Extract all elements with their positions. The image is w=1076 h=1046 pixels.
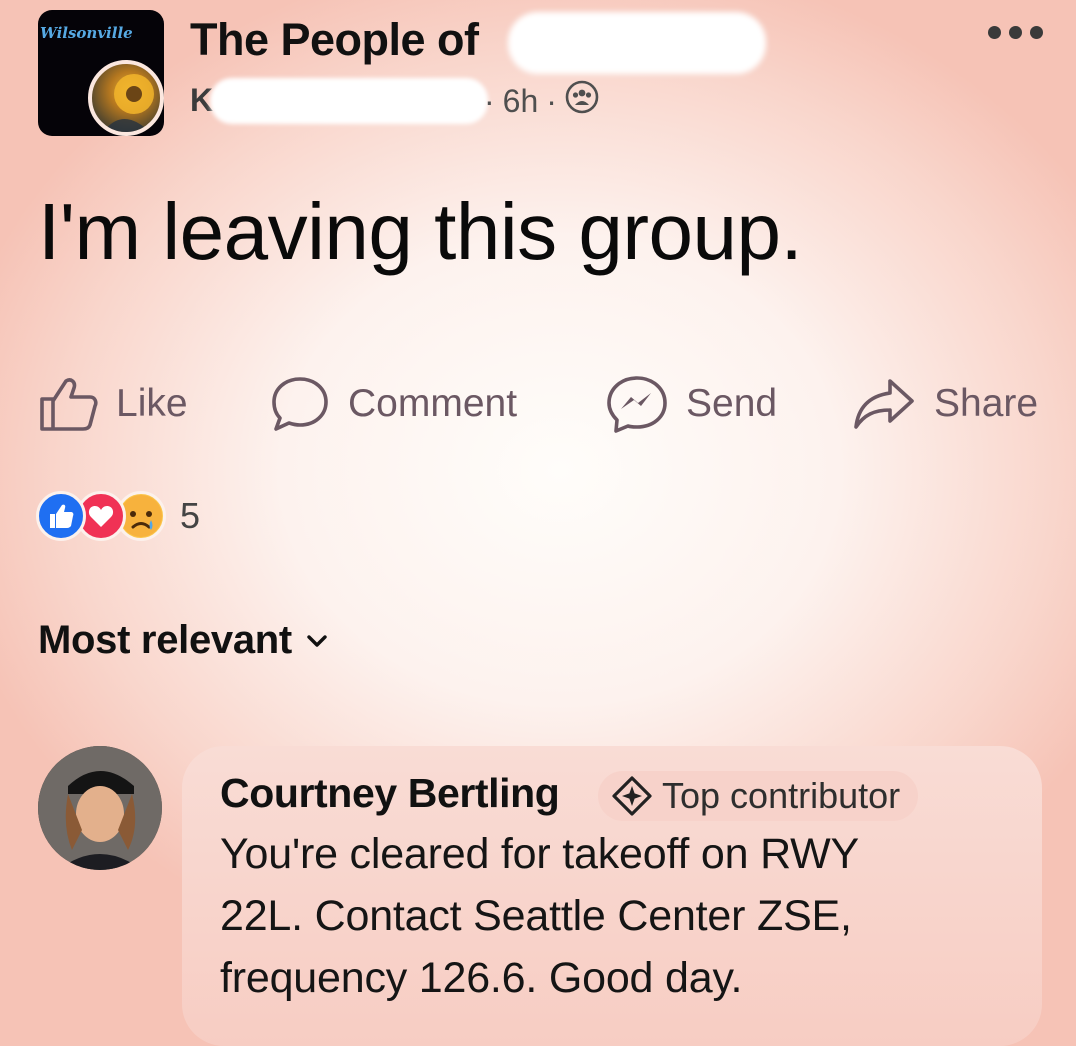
separator: · bbox=[546, 82, 557, 119]
comment-button[interactable]: Comment bbox=[270, 374, 517, 434]
send-label: Send bbox=[686, 382, 778, 425]
separator: · bbox=[484, 82, 495, 119]
comment-text-line: You're cleared for takeoff on RWY bbox=[220, 830, 860, 878]
group-logo-text: Wilsonville bbox=[40, 24, 133, 42]
post-text: I'm leaving this group. bbox=[38, 187, 803, 276]
group-name[interactable]: The People of bbox=[190, 14, 479, 66]
top-contributor-badge[interactable]: Top contributor bbox=[598, 771, 919, 821]
redaction-mark bbox=[508, 12, 766, 74]
commenter-avatar[interactable] bbox=[38, 746, 162, 870]
send-button[interactable]: Send bbox=[606, 374, 777, 434]
redaction-mark bbox=[210, 78, 488, 124]
reaction-count: 5 bbox=[180, 495, 201, 536]
comment-label: Comment bbox=[348, 382, 518, 425]
share-label: Share bbox=[934, 382, 1039, 425]
share-button[interactable]: Share bbox=[852, 374, 1038, 434]
comment-text-line: 22L. Contact Seattle Center ZSE, bbox=[220, 892, 852, 940]
comment-sort-dropdown[interactable]: Most relevant bbox=[38, 618, 328, 663]
sort-label: Most relevant bbox=[38, 618, 292, 662]
top-contributor-icon bbox=[612, 776, 652, 816]
more-options-icon[interactable] bbox=[988, 26, 1048, 42]
comment-text-line: frequency 126.6. Good day. bbox=[220, 954, 743, 1002]
commenter-name[interactable]: Courtney Bertling bbox=[220, 770, 560, 817]
chevron-down-icon bbox=[307, 634, 327, 647]
post-meta: · 6h · bbox=[484, 80, 599, 122]
group-members-icon bbox=[565, 80, 599, 122]
like-button[interactable]: Like bbox=[38, 374, 188, 434]
messenger-icon bbox=[607, 376, 667, 433]
author-avatar[interactable] bbox=[88, 60, 164, 136]
speech-bubble-icon bbox=[272, 377, 328, 431]
badge-label: Top contributor bbox=[662, 775, 901, 816]
like-reaction-icon bbox=[36, 491, 86, 541]
post-time[interactable]: 6h bbox=[503, 83, 539, 120]
thumbs-up-icon bbox=[40, 378, 98, 431]
reactions-summary[interactable]: 5 bbox=[36, 488, 200, 544]
like-label: Like bbox=[116, 382, 188, 425]
commenter-photo bbox=[38, 746, 162, 870]
share-arrow-icon bbox=[854, 379, 914, 429]
